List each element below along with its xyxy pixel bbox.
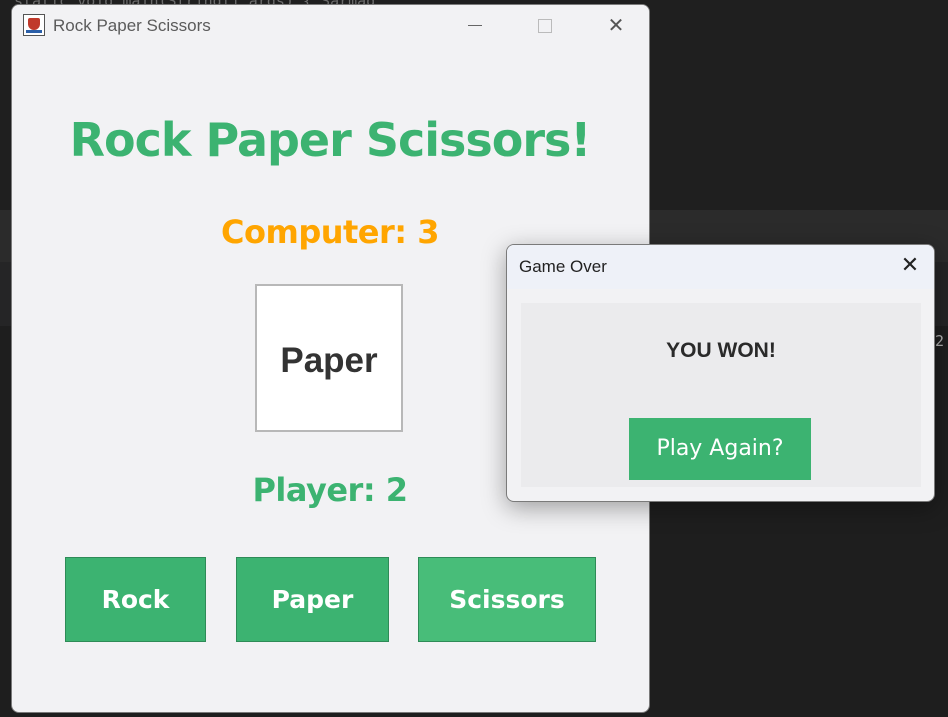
- game-over-dialog: Game Over ✕ YOU WON! Play Again?: [506, 244, 935, 502]
- dialog-title: Game Over: [519, 257, 607, 276]
- dialog-close-icon[interactable]: ✕: [895, 251, 925, 281]
- dialog-body: YOU WON! Play Again?: [521, 303, 921, 487]
- minimize-icon[interactable]: [452, 11, 498, 41]
- java-app-icon: [23, 14, 45, 36]
- game-heading: Rock Paper Scissors!: [69, 113, 592, 167]
- ide-line-number: 2: [935, 332, 945, 350]
- close-icon[interactable]: ✕: [593, 11, 639, 41]
- window-title: Rock Paper Scissors: [53, 16, 211, 35]
- computer-choice-box: Paper: [255, 284, 403, 432]
- rock-button[interactable]: Rock: [65, 557, 206, 642]
- dialog-message: YOU WON!: [666, 339, 776, 362]
- dialog-title-bar[interactable]: Game Over ✕: [507, 245, 934, 289]
- play-again-button[interactable]: Play Again?: [629, 418, 811, 480]
- paper-button[interactable]: Paper: [236, 557, 389, 642]
- scissors-button[interactable]: Scissors: [418, 557, 596, 642]
- maximize-icon[interactable]: [522, 11, 568, 41]
- computer-choice-label: Paper: [280, 341, 378, 380]
- title-bar[interactable]: Rock Paper Scissors ✕: [12, 5, 649, 49]
